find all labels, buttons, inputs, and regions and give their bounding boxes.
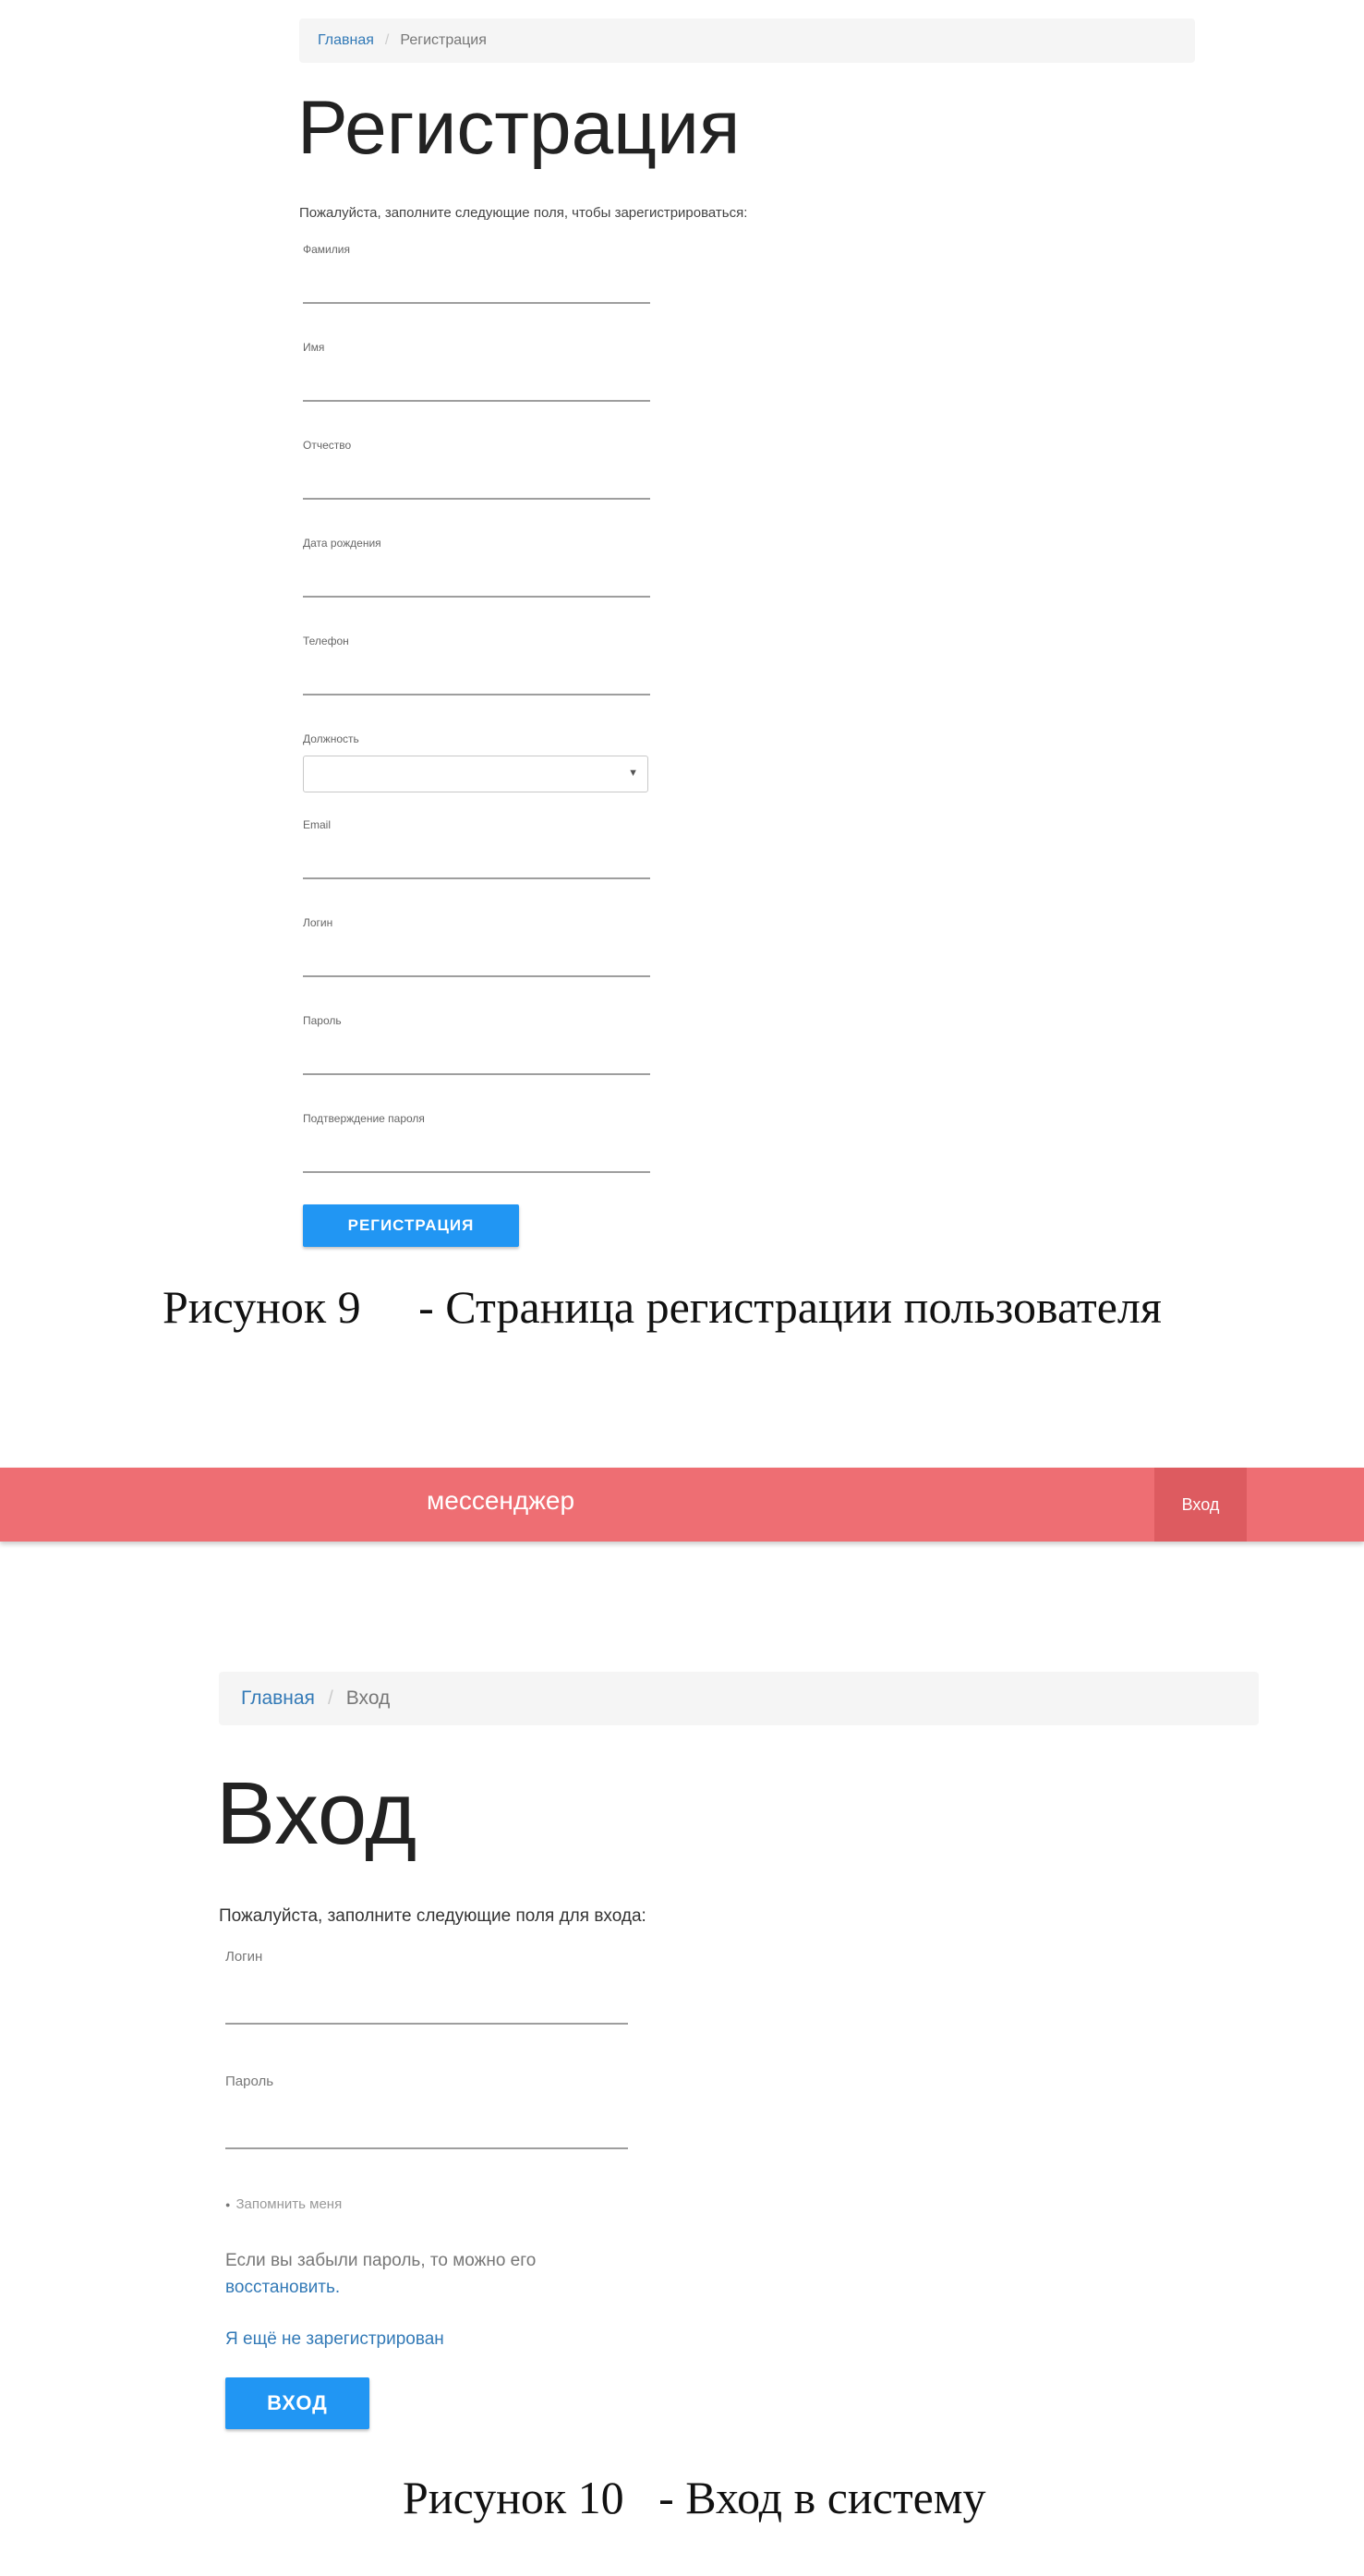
first-name-label: Имя — [303, 341, 325, 354]
page-title: Вход — [216, 1764, 417, 1863]
navbar: мессенджер Вход — [0, 1468, 1364, 1542]
figure-caption: Рисунок 10 - Вход в систему — [403, 2472, 986, 2523]
form-intro-text: Пожалуйста, заполните следующие поля, чт… — [299, 205, 748, 221]
patronymic-label: Отчество — [303, 439, 352, 452]
page-title: Регистрация — [297, 86, 741, 170]
brand-logo[interactable]: мессенджер — [427, 1486, 574, 1516]
breadcrumb-separator: / — [327, 1687, 333, 1709]
form-intro-text: Пожалуйста, заполните следующие поля для… — [219, 1906, 646, 1926]
password-label: Пароль — [303, 1014, 342, 1027]
restore-password-link[interactable]: восстановить. — [225, 2278, 340, 2298]
password-confirm-input[interactable] — [303, 1171, 650, 1173]
login-field[interactable]: Логин — [303, 916, 650, 977]
remember-me-label: Запомнить меня — [235, 2196, 343, 2212]
phone-field[interactable]: Телефон — [303, 635, 650, 695]
password-confirm-label: Подтверждение пароля — [303, 1112, 425, 1125]
login-label: Логин — [303, 916, 333, 929]
breadcrumb-current: Вход — [345, 1687, 391, 1709]
patronymic-field[interactable]: Отчество — [303, 439, 650, 500]
breadcrumb-current: Регистрация — [400, 32, 487, 48]
nav-login-link[interactable]: Вход — [1154, 1468, 1247, 1542]
email-field[interactable]: Email — [303, 818, 650, 879]
figure-caption: Рисунок 9 - Страница регистрации пользов… — [163, 1281, 1162, 1333]
password-field[interactable]: Пароль — [225, 2074, 628, 2149]
last-name-input[interactable] — [303, 302, 650, 304]
birth-date-input[interactable] — [303, 596, 650, 598]
last-name-field[interactable]: Фамилия — [303, 243, 650, 304]
patronymic-input[interactable] — [303, 498, 650, 500]
breadcrumb: Главная / Регистрация — [299, 18, 1195, 63]
register-button[interactable]: РЕГИСТРАЦИЯ — [303, 1204, 519, 1247]
first-name-input[interactable] — [303, 400, 650, 402]
last-name-label: Фамилия — [303, 243, 350, 256]
login-button[interactable]: ВХОД — [225, 2377, 369, 2429]
login-input[interactable] — [303, 975, 650, 977]
login-field[interactable]: Логин — [225, 1949, 628, 2025]
forgot-password-text: Если вы забыли пароль, то можно его — [225, 2251, 537, 2270]
password-label: Пароль — [225, 2074, 274, 2089]
password-confirm-field[interactable]: Подтверждение пароля — [303, 1112, 650, 1173]
register-link[interactable]: Я ещё не зарегистрирован — [225, 2329, 444, 2350]
login-input[interactable] — [225, 2023, 628, 2025]
position-field: Должность — [303, 732, 650, 749]
phone-input[interactable] — [303, 694, 650, 695]
first-name-field[interactable]: Имя — [303, 341, 650, 402]
birth-date-label: Дата рождения — [303, 537, 381, 550]
breadcrumb-home-link[interactable]: Главная — [241, 1687, 315, 1710]
password-field[interactable]: Пароль — [303, 1014, 650, 1075]
phone-label: Телефон — [303, 635, 349, 647]
password-input[interactable] — [225, 2147, 628, 2149]
email-input[interactable] — [303, 877, 650, 879]
login-label: Логин — [225, 1949, 263, 1965]
email-label: Email — [303, 818, 332, 831]
checkbox-dot-icon: ● — [225, 2199, 231, 2209]
password-input[interactable] — [303, 1073, 650, 1075]
position-label: Должность — [303, 732, 359, 745]
breadcrumb: Главная / Вход — [219, 1672, 1259, 1725]
remember-me-checkbox[interactable]: ● Запомнить меня — [225, 2196, 342, 2212]
position-select[interactable]: ▼ — [303, 756, 648, 792]
breadcrumb-separator: / — [384, 32, 390, 48]
chevron-down-icon: ▼ — [628, 768, 638, 779]
breadcrumb-home-link[interactable]: Главная — [318, 32, 374, 49]
birth-date-field[interactable]: Дата рождения — [303, 537, 650, 598]
